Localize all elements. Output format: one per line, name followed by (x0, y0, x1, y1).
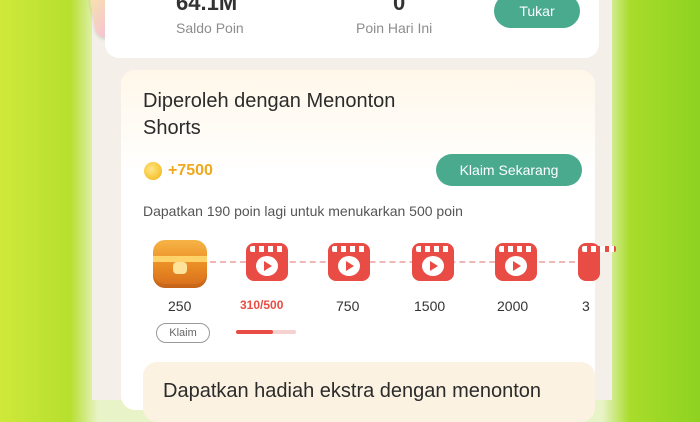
milestone-label: 250 (168, 298, 192, 314)
video-play-icon (246, 243, 288, 281)
milestone-label: 750 (336, 298, 360, 314)
treasure-chest-icon[interactable] (153, 240, 207, 288)
claim-now-button[interactable]: Klaim Sekarang (436, 154, 582, 186)
video-play-icon (495, 243, 537, 281)
milestone-label: 3 (582, 298, 590, 314)
progress-fill (236, 330, 273, 334)
reward-amount: +7500 (168, 162, 213, 179)
today-value: 0 (393, 0, 406, 15)
progress-hint: Dapatkan 190 poin lagi untuk menukarkan … (143, 203, 463, 219)
video-play-icon (578, 243, 616, 281)
video-play-icon (412, 243, 454, 281)
coin-icon (144, 162, 162, 180)
today-label: Poin Hari Ini (356, 20, 433, 36)
tukar-button[interactable]: Tukar (494, 0, 580, 28)
task-title: Diperoleh dengan Menonton Shorts (143, 90, 396, 139)
claim-chip[interactable]: Klaim (156, 323, 210, 343)
saldo-value: 64.1M (176, 0, 238, 15)
milestone-label: 2000 (497, 298, 529, 314)
milestone-label: 1500 (414, 298, 446, 314)
saldo-label: Saldo Poin (176, 20, 244, 36)
video-play-icon (328, 243, 370, 281)
milestone-progress: 310/500 (240, 298, 284, 312)
